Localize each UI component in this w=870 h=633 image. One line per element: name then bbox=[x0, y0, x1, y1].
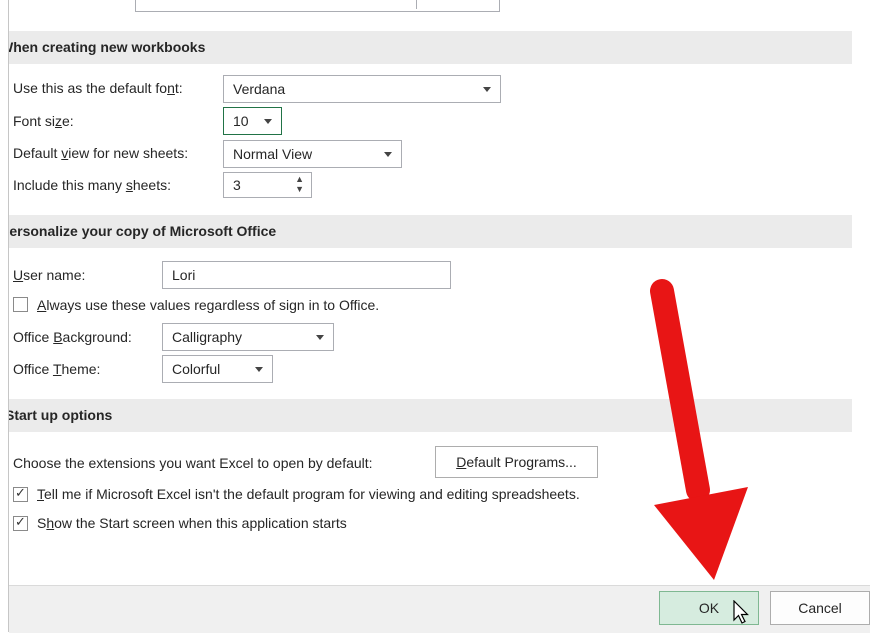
cancel-label: Cancel bbox=[798, 600, 842, 616]
font-size-dropdown[interactable]: 10 bbox=[223, 107, 282, 135]
default-font-value: Verdana bbox=[233, 81, 286, 97]
section-title: When creating new workbooks bbox=[9, 39, 206, 55]
default-view-dropdown[interactable]: Normal View bbox=[223, 140, 402, 168]
user-name-label: User name: bbox=[13, 267, 86, 283]
font-size-value: 10 bbox=[233, 113, 249, 129]
default-view-value: Normal View bbox=[233, 146, 313, 162]
default-font-dropdown[interactable]: Verdana bbox=[223, 75, 501, 103]
sheets-count-spinner[interactable]: 3 ▲ ▼ bbox=[223, 172, 312, 198]
chevron-down-icon bbox=[264, 119, 272, 124]
partial-field-top bbox=[135, 0, 500, 12]
show-start-label[interactable]: Show the Start screen when this applicat… bbox=[37, 515, 347, 531]
sheets-count-value: 3 bbox=[233, 177, 241, 193]
always-use-label[interactable]: Always use these values regardless of si… bbox=[37, 297, 379, 313]
spinner-arrows-icon[interactable]: ▲ ▼ bbox=[295, 174, 304, 194]
office-theme-dropdown[interactable]: Colorful bbox=[162, 355, 273, 383]
section-title: Personalize your copy of Microsoft Offic… bbox=[9, 223, 277, 239]
sheets-count-label: Include this many sheets: bbox=[13, 177, 171, 193]
chevron-down-icon bbox=[483, 87, 491, 92]
section-header-personalize: Personalize your copy of Microsoft Offic… bbox=[9, 215, 852, 248]
office-theme-value: Colorful bbox=[172, 361, 221, 377]
default-view-label: Default view for new sheets: bbox=[13, 145, 189, 161]
section-header-new-workbooks: When creating new workbooks bbox=[9, 31, 852, 64]
section-title: Start up options bbox=[9, 407, 113, 423]
checkmark-icon: ✓ bbox=[15, 485, 26, 500]
chevron-down-icon bbox=[316, 335, 324, 340]
extensions-label: Choose the extensions you want Excel to … bbox=[13, 455, 373, 471]
office-background-value: Calligraphy bbox=[172, 329, 243, 345]
chevron-down-icon bbox=[384, 152, 392, 157]
cancel-button[interactable]: Cancel bbox=[770, 591, 870, 625]
font-size-label: Font size: bbox=[13, 113, 74, 129]
chevron-down-icon bbox=[255, 367, 263, 372]
tell-me-label[interactable]: Tell me if Microsoft Excel isn't the def… bbox=[37, 486, 580, 502]
show-start-checkbox[interactable]: ✓ bbox=[13, 514, 28, 531]
user-name-value: Lori bbox=[172, 267, 196, 283]
office-background-label: Office Background: bbox=[13, 329, 132, 345]
default-programs-button[interactable]: Default Programs... bbox=[435, 446, 598, 478]
office-theme-label: Office Theme: bbox=[13, 361, 101, 377]
always-use-checkbox[interactable] bbox=[13, 297, 28, 312]
user-name-input[interactable]: Lori bbox=[162, 261, 451, 289]
tell-me-checkbox[interactable]: ✓ bbox=[13, 485, 28, 502]
default-font-label: Use this as the default font: bbox=[13, 80, 183, 96]
mouse-cursor-icon bbox=[733, 600, 749, 624]
red-arrow-annotation bbox=[650, 279, 748, 580]
dialog-left-border bbox=[8, 0, 9, 632]
checkmark-icon: ✓ bbox=[15, 514, 26, 529]
office-background-dropdown[interactable]: Calligraphy bbox=[162, 323, 334, 351]
